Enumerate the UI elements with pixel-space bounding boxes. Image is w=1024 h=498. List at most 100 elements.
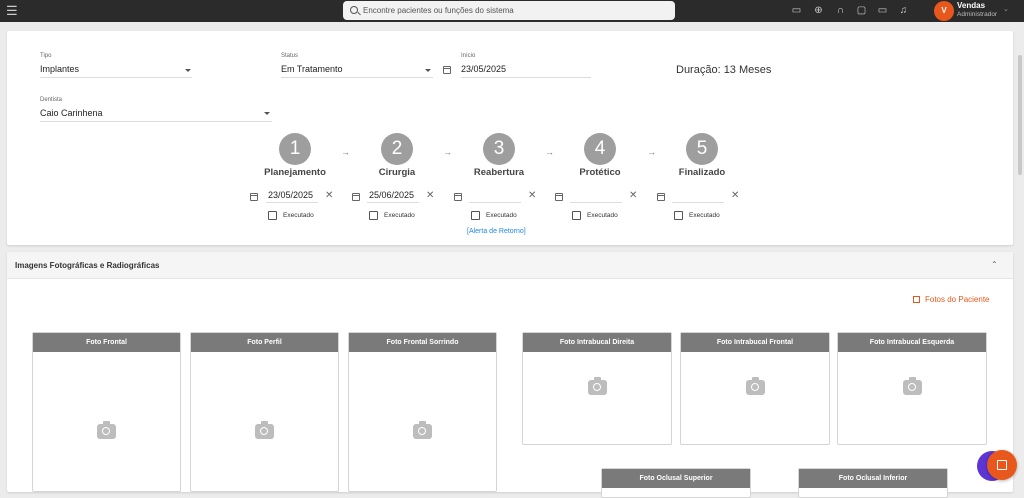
section-header[interactable]: Imagens Fotográficas e Radiográficas ⌃	[7, 252, 1013, 279]
step-title: Planejamento	[264, 167, 326, 178]
executado-checkbox[interactable]	[369, 211, 378, 220]
photo-title: Foto Oclusal Superior	[602, 469, 750, 488]
photo-slot[interactable]: Foto Perfil	[190, 332, 339, 492]
crosshair-icon[interactable]: ⊕	[812, 4, 825, 17]
status-caret-icon	[425, 69, 431, 72]
search-placeholder: Encontre pacientes ou funções do sistema	[363, 6, 514, 15]
image-icon	[913, 296, 920, 303]
dentista-select[interactable]: Caio Carinhena	[40, 108, 103, 118]
step-number: 2	[381, 133, 413, 165]
step-title: Reabertura	[473, 167, 525, 178]
user-menu[interactable]: V Vendas Administrador ⌄	[930, 0, 1024, 22]
calendar-icon[interactable]	[443, 66, 451, 74]
video-icon[interactable]: ▭	[790, 4, 803, 17]
section-title: Imagens Fotográficas e Radiográficas	[15, 261, 160, 270]
executado-checkbox[interactable]	[268, 211, 277, 220]
chat-icon[interactable]: ▭	[876, 4, 889, 17]
step-protetico: 4 Protético	[550, 133, 650, 193]
search-icon	[350, 6, 358, 14]
photo-title: Foto Frontal Sorrindo	[349, 333, 496, 352]
chevron-down-icon: ⌄	[1003, 6, 1009, 13]
duracao-text: Duração: 13 Meses	[676, 64, 772, 76]
photo-slot[interactable]: Foto Oclusal Superior	[601, 468, 751, 498]
step-cirurgia: 2 Cirurgia	[347, 133, 447, 193]
photo-slot[interactable]: Foto Intrabucal Esquerda	[837, 332, 987, 445]
step-number: 5	[686, 133, 718, 165]
clear-icon[interactable]: ✕	[528, 190, 536, 201]
fotos-paciente-label: Fotos do Paciente	[925, 295, 990, 304]
step-number: 1	[279, 133, 311, 165]
photo-slot[interactable]: Foto Intrabucal Frontal	[680, 332, 830, 445]
inicio-label: Início	[461, 53, 476, 59]
photo-title: Foto Oclusal Inferior	[799, 469, 947, 488]
step-title: Protético	[579, 167, 621, 178]
calendar-icon[interactable]	[657, 193, 665, 201]
bell-icon[interactable]: ♫	[897, 4, 910, 17]
tipo-caret-icon	[185, 69, 191, 72]
tipo-label: Tipo	[40, 53, 52, 59]
calendar-icon[interactable]	[250, 193, 258, 201]
step-finalizado: 5 Finalizado	[652, 133, 752, 193]
avatar: V	[934, 1, 954, 21]
dentista-underline	[40, 121, 272, 122]
executado-label: Executado	[384, 212, 415, 219]
step-date-input[interactable]: 23/05/2025	[268, 190, 313, 200]
chevron-up-icon[interactable]: ⌃	[991, 260, 998, 269]
cast-icon[interactable]: ▢	[855, 4, 868, 17]
hamburger-menu-icon[interactable]: ☰	[6, 4, 18, 17]
top-bar: ☰ Encontre pacientes ou funções do siste…	[0, 0, 1024, 22]
camera-icon	[746, 377, 765, 395]
clear-icon[interactable]: ✕	[731, 190, 739, 201]
inicio-date-input[interactable]: 23/05/2025	[461, 64, 506, 74]
step-reabertura: 3 Reabertura	[449, 133, 549, 193]
step-planejamento: 1 Planejamento	[245, 133, 345, 193]
status-select[interactable]: Em Tratamento	[281, 64, 343, 74]
photo-slot[interactable]: Foto Frontal Sorrindo	[348, 332, 497, 492]
executado-label: Executado	[689, 212, 720, 219]
photo-slot[interactable]: Foto Frontal	[32, 332, 181, 492]
calendar-icon[interactable]	[454, 193, 462, 201]
clear-icon[interactable]: ✕	[325, 190, 333, 201]
scrollbar[interactable]	[1018, 55, 1022, 175]
camera-icon	[903, 377, 922, 395]
camera-icon	[97, 421, 116, 439]
status-label: Status	[281, 53, 299, 59]
user-role: Administrador	[957, 11, 998, 18]
step-date-underline	[266, 202, 318, 203]
status-underline	[281, 77, 433, 78]
photo-title: Foto Intrabucal Esquerda	[838, 333, 986, 352]
calendar-icon[interactable]	[555, 193, 563, 201]
executado-checkbox[interactable]	[572, 211, 581, 220]
user-name: Vendas	[957, 1, 986, 10]
step-title: Finalizado	[678, 167, 726, 178]
camera-icon	[588, 377, 607, 395]
camera-icon	[255, 421, 274, 439]
step-date-underline	[367, 202, 419, 203]
executado-checkbox[interactable]	[471, 211, 480, 220]
search-input[interactable]: Encontre pacientes ou funções do sistema	[343, 1, 675, 20]
photo-title: Foto Frontal	[33, 333, 180, 352]
fotos-paciente-button[interactable]: Fotos do Paciente	[913, 295, 989, 304]
photo-slot[interactable]: Foto Oclusal Inferior	[798, 468, 948, 498]
calendar-icon[interactable]	[352, 193, 360, 201]
clear-icon[interactable]: ✕	[629, 190, 637, 201]
save-fab-button[interactable]	[987, 450, 1017, 480]
step-date-input[interactable]: 25/06/2025	[369, 190, 414, 200]
camera-icon	[413, 421, 432, 439]
save-icon	[997, 460, 1007, 470]
photo-slot[interactable]: Foto Intrabucal Direita	[522, 332, 672, 445]
executado-checkbox[interactable]	[674, 211, 683, 220]
photo-title: Foto Intrabucal Frontal	[681, 333, 829, 352]
photo-title: Foto Intrabucal Direita	[523, 333, 671, 352]
step-number: 4	[584, 133, 616, 165]
images-card: Imagens Fotográficas e Radiográficas ⌃ F…	[7, 252, 1013, 498]
headset-icon[interactable]: ∩	[834, 4, 847, 17]
dentista-label: Dentista	[40, 97, 63, 103]
step-date-underline	[469, 202, 521, 203]
executado-label: Executado	[283, 212, 314, 219]
alerta-retorno-link[interactable]: [Alerta de Retorno]	[467, 228, 526, 235]
step-date-underline	[570, 202, 622, 203]
tipo-underline	[40, 77, 192, 78]
clear-icon[interactable]: ✕	[426, 190, 434, 201]
tipo-select[interactable]: Implantes	[40, 64, 79, 74]
